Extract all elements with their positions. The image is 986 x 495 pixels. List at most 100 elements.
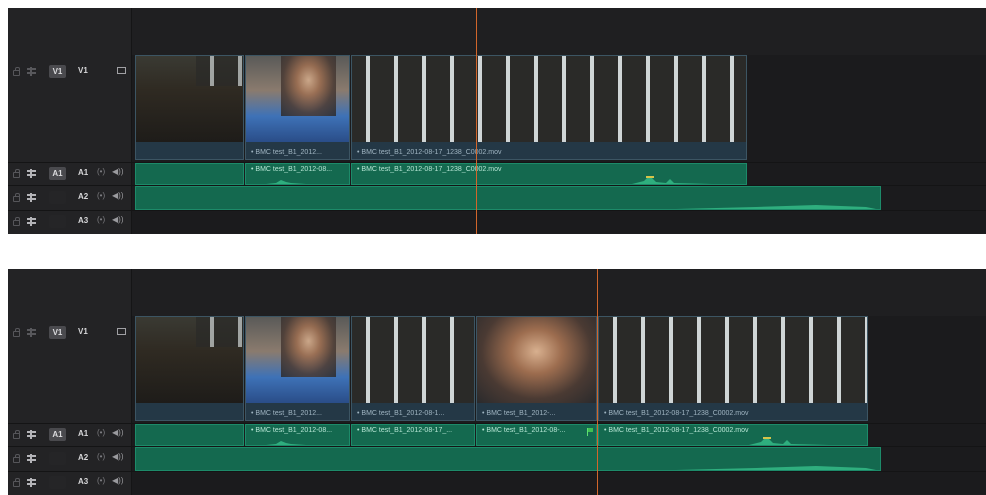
clip-thumbnail (477, 317, 596, 403)
track-v1-header: V1 V1 (8, 316, 131, 423)
timeline-panel-before: V1 V1 • BMC test_B1_2012... • BMC test_B… (8, 8, 986, 234)
video-clip[interactable] (135, 316, 244, 421)
track-a3-lane[interactable] (132, 472, 986, 494)
video-clip[interactable]: • BMC test_B1_2012-08-17_1238_C0002.mov (598, 316, 868, 421)
video-clip[interactable]: • BMC test_B1_2012-08-1... (351, 316, 475, 421)
clip-thumbnail (599, 317, 867, 403)
mute-icon[interactable]: ◀)) (112, 428, 123, 437)
audio-clip[interactable]: • BMC test_B1_2012-08... (245, 424, 350, 446)
clip-label: • BMC test_B1_2012-08-... (482, 427, 566, 434)
clip-label: • BMC test_B1_2012-08-17_1238_C0002.mov (604, 427, 749, 434)
audio-clip[interactable] (135, 447, 881, 471)
auto-select-icon[interactable] (27, 67, 36, 76)
audio-clip[interactable]: • BMC test_B1_2012-08-... (476, 424, 597, 446)
track-name: A3 (78, 216, 89, 225)
monitor-icon[interactable] (117, 328, 126, 335)
destination-badge-a2[interactable] (49, 452, 66, 465)
video-clip[interactable]: • BMC test_B1_2012... (245, 55, 350, 160)
destination-badge-a1[interactable]: A1 (49, 428, 66, 441)
clip-label: • BMC test_B1_2012-08... (251, 427, 333, 434)
track-a1-header: A1 A1 (•) ◀)) (8, 424, 131, 446)
lock-icon[interactable] (13, 193, 20, 202)
destination-badge-a1[interactable]: A1 (49, 167, 66, 180)
video-clip[interactable]: • BMC test_B1_2012... (245, 316, 350, 421)
auto-select-icon[interactable] (27, 217, 36, 226)
solo-icon[interactable]: (•) (97, 215, 105, 224)
solo-icon[interactable]: (•) (97, 428, 105, 437)
track-a3-lane[interactable] (132, 211, 986, 233)
audio-clip[interactable]: • BMC test_B1_2012-08-17_1238_C0002.mov (351, 163, 747, 185)
solo-icon[interactable]: (•) (97, 452, 105, 461)
mute-icon[interactable]: ◀)) (112, 167, 123, 176)
track-name: A3 (78, 477, 89, 486)
track-a1: A1 A1 (•) ◀)) • BMC test_B1_2012-08... •… (8, 163, 986, 185)
track-v1: V1 V1 • BMC test_B1_2012... • BMC test_B… (8, 55, 986, 162)
destination-badge-v1[interactable]: V1 (49, 326, 66, 339)
lock-icon[interactable] (13, 430, 20, 439)
clip-label: • BMC test_B1_2012-08... (251, 166, 333, 173)
lock-icon[interactable] (13, 478, 20, 487)
mute-icon[interactable]: ◀)) (112, 191, 123, 200)
waveform (749, 437, 829, 445)
timeline-ruler[interactable] (132, 8, 986, 55)
lock-icon[interactable] (13, 454, 20, 463)
track-a2: A2 (•) ◀)) (8, 447, 986, 471)
track-a3-header: A3 (•) ◀)) (8, 211, 131, 233)
solo-icon[interactable]: (•) (97, 476, 105, 485)
solo-icon[interactable]: (•) (97, 191, 105, 200)
clip-thumbnail (352, 56, 746, 142)
audio-clip[interactable]: • BMC test_B1_2012-08... (245, 163, 350, 185)
solo-icon[interactable]: (•) (97, 167, 105, 176)
lock-icon[interactable] (13, 217, 20, 226)
audio-clip[interactable]: • BMC test_B1_2012-08-17_1238_C0002.mov (598, 424, 868, 446)
track-a3-header: A3 (•) ◀)) (8, 472, 131, 494)
audio-clip[interactable]: • BMC test_B1_2012-08-17_... (351, 424, 475, 446)
audio-clip[interactable] (135, 424, 244, 446)
clip-label: • BMC test_B1_2012-08-17_1238_C0002.mov (357, 149, 502, 156)
clip-label: • BMC test_B1_2012-... (482, 410, 556, 417)
waveform (266, 180, 306, 184)
clip-thumbnail (196, 317, 243, 347)
clip-label: • BMC test_B1_2012-08-17_1238_C0002.mov (357, 166, 502, 173)
audio-clip[interactable] (135, 186, 881, 210)
waveform (676, 466, 876, 470)
track-a3: A3 (•) ◀)) (8, 472, 986, 494)
clip-thumbnail (281, 317, 336, 377)
video-clip[interactable]: • BMC test_B1_2012-08-17_1238_C0002.mov (351, 55, 747, 160)
mute-icon[interactable]: ◀)) (112, 476, 123, 485)
track-a1: A1 A1 (•) ◀)) • BMC test_B1_2012-08... •… (8, 424, 986, 446)
destination-badge-a2[interactable] (49, 191, 66, 204)
monitor-icon[interactable] (117, 67, 126, 74)
destination-badge-v1[interactable]: V1 (49, 65, 66, 78)
clip-label: • BMC test_B1_2012-08-1... (357, 410, 445, 417)
playhead[interactable] (476, 8, 477, 234)
clip-thumbnail (281, 56, 336, 116)
mute-icon[interactable]: ◀)) (112, 215, 123, 224)
track-a2-header: A2 (•) ◀)) (8, 186, 131, 210)
lock-icon[interactable] (13, 169, 20, 178)
mute-icon[interactable]: ◀)) (112, 452, 123, 461)
auto-select-icon[interactable] (27, 193, 36, 202)
waveform (632, 176, 712, 184)
playhead[interactable] (597, 269, 598, 495)
video-clip[interactable]: • BMC test_B1_2012-... (476, 316, 597, 421)
auto-select-icon[interactable] (27, 430, 36, 439)
auto-select-icon[interactable] (27, 454, 36, 463)
auto-select-icon[interactable] (27, 478, 36, 487)
destination-badge-a3[interactable] (49, 476, 66, 489)
waveform (676, 205, 876, 209)
lock-icon[interactable] (13, 67, 20, 76)
video-clip[interactable] (135, 55, 244, 160)
auto-select-icon[interactable] (27, 328, 36, 337)
flag-marker-icon[interactable] (587, 428, 595, 436)
lock-icon[interactable] (13, 328, 20, 337)
destination-badge-a3[interactable] (49, 215, 66, 228)
auto-select-icon[interactable] (27, 169, 36, 178)
clip-label: • BMC test_B1_2012... (251, 410, 322, 417)
track-v1-header: V1 V1 (8, 55, 131, 162)
track-name: V1 (78, 327, 88, 336)
timeline-ruler[interactable] (132, 269, 986, 316)
track-name: A1 (78, 168, 89, 177)
clip-thumbnail (352, 317, 474, 403)
audio-clip[interactable] (135, 163, 244, 185)
